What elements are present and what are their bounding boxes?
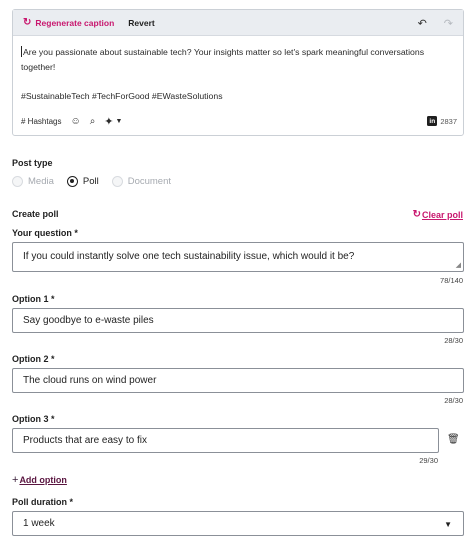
caption-line-2: together! bbox=[21, 62, 56, 72]
linkedin-icon: in bbox=[427, 116, 438, 126]
post-type-media-radio[interactable]: Media bbox=[12, 176, 54, 187]
trash-icon[interactable]: 🗑 bbox=[447, 434, 460, 445]
option-2-counter: 28/30 bbox=[444, 396, 463, 405]
question-label: Your question * bbox=[12, 228, 78, 238]
poll-duration-select[interactable]: 1 week ▼ bbox=[12, 511, 464, 536]
editor-footer: # Hashtags ☺ ⌕ ✦ ▼ in 2837 bbox=[21, 114, 457, 128]
caption-editor: ↻ Regenerate caption Revert ↶ ↷ Are you … bbox=[12, 9, 464, 136]
question-counter: 78/140 bbox=[440, 276, 463, 285]
clear-poll-label: Clear poll bbox=[421, 209, 463, 220]
character-count: in 2837 bbox=[427, 116, 457, 126]
option-3-label: Option 3 * bbox=[12, 414, 55, 424]
character-count-value: 2837 bbox=[440, 116, 457, 126]
chevron-down-icon: ▼ bbox=[115, 117, 123, 125]
radio-circle bbox=[66, 176, 78, 187]
radio-circle bbox=[12, 176, 23, 187]
option-3-counter: 29/30 bbox=[419, 456, 438, 465]
chevron-down-icon: ▼ bbox=[444, 520, 452, 529]
post-type-document-radio[interactable]: Document bbox=[111, 176, 172, 187]
regenerate-icon: ↻ bbox=[23, 17, 32, 28]
caption-hashtags: #SustainableTech #TechForGood #EWasteSol… bbox=[21, 91, 223, 101]
radio-label-media: Media bbox=[28, 176, 54, 187]
option-2-label: Option 2 * bbox=[12, 354, 55, 364]
plus-icon: + bbox=[12, 474, 19, 486]
undo-redo-group: ↶ ↷ bbox=[418, 10, 453, 36]
revert-button[interactable]: Revert bbox=[128, 18, 154, 28]
sparkle-icon: ✦ bbox=[104, 115, 114, 128]
option-3-input[interactable]: Products that are easy to fix bbox=[12, 428, 439, 453]
editor-toolbar: ↻ Regenerate caption Revert ↶ ↷ bbox=[13, 10, 463, 36]
option-2-value: The cloud runs on wind power bbox=[23, 375, 157, 386]
option-1-counter: 28/30 bbox=[444, 336, 463, 345]
attachment-icon[interactable]: ⌕ bbox=[90, 116, 96, 127]
add-option-button[interactable]: + Add option bbox=[12, 474, 67, 486]
refresh-icon: ↻ bbox=[412, 209, 421, 220]
emoji-icon[interactable]: ☺ bbox=[70, 116, 80, 127]
text-cursor bbox=[21, 46, 22, 57]
hashtags-button[interactable]: # Hashtags bbox=[21, 117, 61, 126]
option-1-input[interactable]: Say goodbye to e-waste piles bbox=[12, 308, 464, 333]
redo-icon[interactable]: ↷ bbox=[444, 17, 453, 30]
create-poll-label: Create poll bbox=[12, 209, 59, 219]
ai-assist-button[interactable]: ✦ ▼ bbox=[104, 115, 122, 128]
poll-duration-label: Poll duration * bbox=[12, 497, 74, 507]
clear-poll-button[interactable]: ↻ Clear poll bbox=[413, 209, 463, 220]
poll-duration-value: 1 week bbox=[23, 518, 55, 529]
radio-circle bbox=[111, 176, 123, 187]
regenerate-caption-button[interactable]: ↻ Regenerate caption bbox=[23, 17, 114, 28]
post-type-radio-group: Media Poll Document bbox=[12, 176, 184, 187]
resize-grip-icon[interactable]: ◢ bbox=[456, 261, 461, 269]
option-1-label: Option 1 * bbox=[12, 294, 55, 304]
regenerate-caption-label: Regenerate caption bbox=[35, 17, 115, 28]
option-3-value: Products that are easy to fix bbox=[23, 435, 147, 446]
post-type-poll-radio[interactable]: Poll bbox=[66, 176, 99, 187]
question-input[interactable]: If you could instantly solve one tech su… bbox=[12, 242, 464, 272]
add-option-label: Add option bbox=[19, 475, 67, 485]
option-1-value: Say goodbye to e-waste piles bbox=[23, 315, 154, 326]
radio-label-document: Document bbox=[127, 176, 172, 187]
option-2-input[interactable]: The cloud runs on wind power bbox=[12, 368, 464, 393]
caption-textarea[interactable]: Are you passionate about sustainable tec… bbox=[13, 36, 463, 104]
caption-line-1: Are you passionate about sustainable tec… bbox=[23, 47, 425, 57]
post-type-label: Post type bbox=[12, 158, 53, 168]
radio-label-poll: Poll bbox=[82, 176, 99, 187]
undo-icon[interactable]: ↶ bbox=[418, 17, 427, 30]
question-value: If you could instantly solve one tech su… bbox=[23, 251, 355, 262]
